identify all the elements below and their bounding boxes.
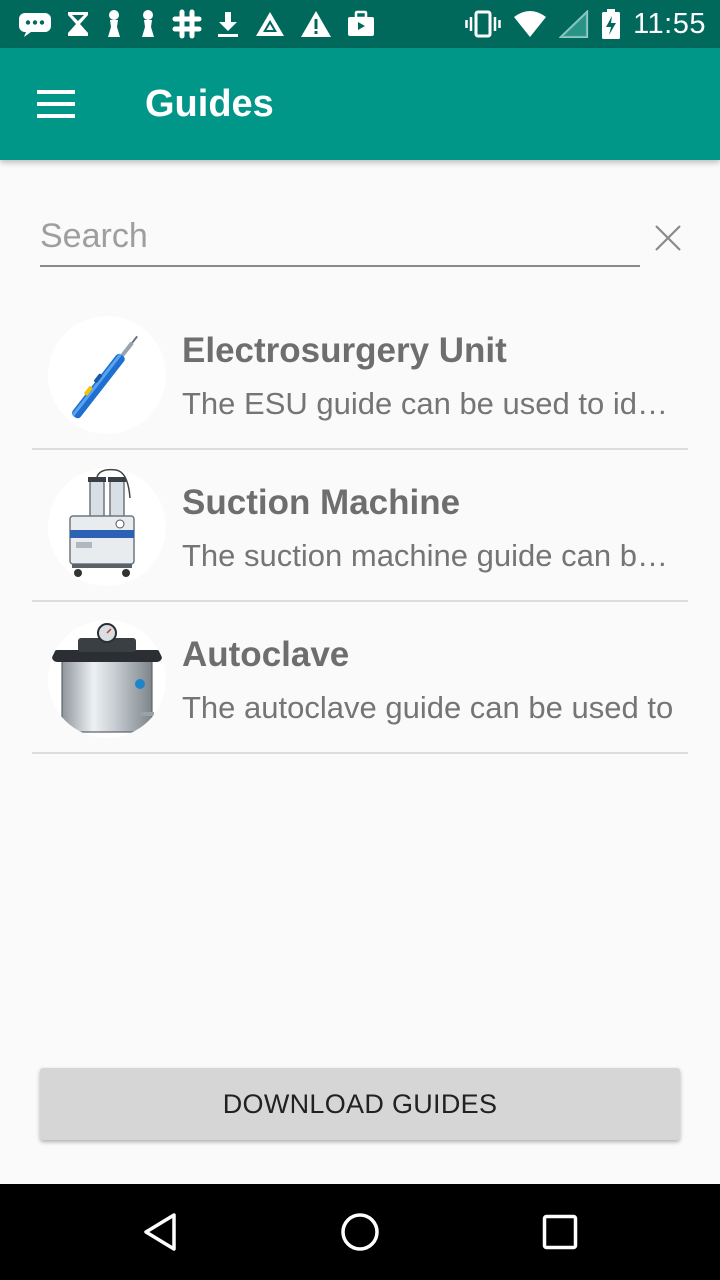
navigation-bar (0, 1184, 720, 1280)
back-triangle-icon[interactable] (130, 1202, 190, 1262)
slack-icon (172, 9, 202, 39)
search-field (40, 212, 640, 267)
notification-icons (18, 8, 390, 40)
guide-list: Electrosurgery Unit The ESU guide can be… (32, 298, 688, 754)
guide-title: Autoclave (182, 635, 350, 674)
wifi-icon (514, 11, 547, 37)
download-guides-button[interactable]: DOWNLOAD GUIDES (40, 1068, 680, 1140)
home-circle-icon[interactable] (330, 1202, 390, 1262)
guide-image-suction-machine (48, 468, 166, 586)
page-title: Guides (145, 83, 274, 125)
chess-pawn-icon (108, 10, 120, 37)
vibrate-icon (465, 10, 501, 38)
messages-icon (19, 13, 51, 37)
chess-pawn-icon (142, 10, 154, 37)
app-bar: Guides (0, 48, 720, 160)
clock: 11:55 (633, 7, 706, 40)
signal-icon (559, 10, 589, 38)
download-icon (218, 12, 238, 37)
guide-image-electrosurgery-pen (48, 316, 166, 434)
guide-image-autoclave (48, 620, 166, 738)
search-input[interactable] (40, 212, 640, 264)
battery-charging-icon (602, 9, 621, 39)
triangle-app-icon (256, 12, 284, 36)
guide-description: The suction machine guide can be used (182, 538, 676, 573)
guide-title: Electrosurgery Unit (182, 331, 507, 370)
guide-description: The autoclave guide can be used to (182, 690, 674, 725)
warning-icon (301, 11, 331, 37)
guide-description: The ESU guide can be used to identify (182, 386, 676, 421)
guide-title: Suction Machine (182, 483, 461, 522)
guide-item-autoclave[interactable]: Autoclave The autoclave guide can be use… (32, 602, 688, 754)
hamburger-menu-icon[interactable] (20, 68, 92, 140)
close-icon[interactable] (648, 218, 688, 258)
work-bag-icon (348, 10, 374, 36)
guide-item-suction-machine[interactable]: Suction Machine The suction machine guid… (32, 450, 688, 602)
hourglass-icon (68, 12, 88, 36)
recents-square-icon[interactable] (530, 1202, 590, 1262)
guide-item-electrosurgery-unit[interactable]: Electrosurgery Unit The ESU guide can be… (32, 298, 688, 450)
status-bar: 11:55 (0, 0, 720, 48)
system-icons: 11:55 (453, 8, 706, 40)
